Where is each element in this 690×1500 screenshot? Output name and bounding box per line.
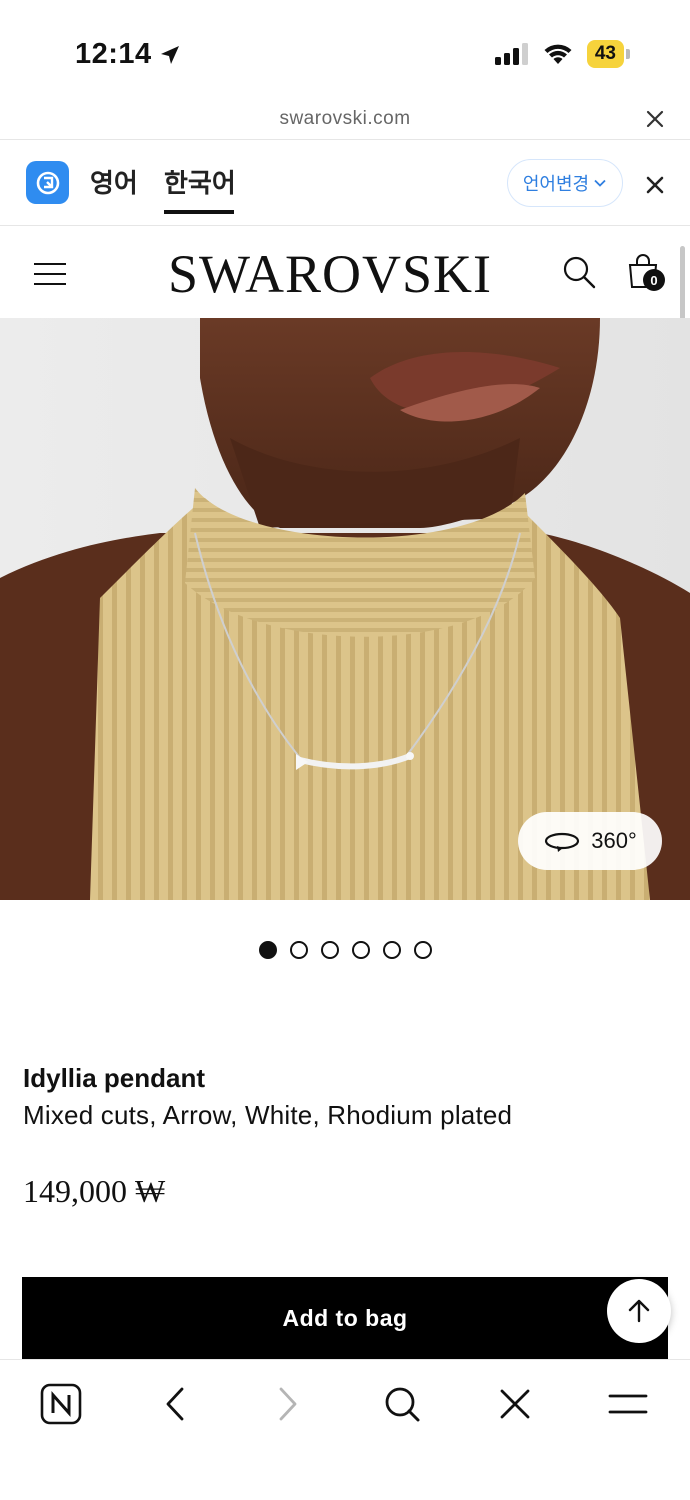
battery-indicator: 43 — [586, 40, 624, 68]
chevron-down-icon — [594, 179, 606, 187]
carousel-dot[interactable] — [258, 941, 277, 959]
tab-target-language[interactable]: 한국어 — [164, 163, 236, 200]
search-icon — [385, 1387, 420, 1422]
carousel-dots — [0, 941, 690, 959]
site-header: SWAROVSKI 0 — [0, 227, 690, 318]
signal-icon — [494, 43, 528, 65]
naver-home-button[interactable] — [39, 1382, 83, 1426]
carousel-dot[interactable] — [289, 941, 308, 959]
carousel-dot[interactable] — [351, 941, 370, 959]
menu-button[interactable] — [606, 1382, 650, 1426]
close-tab-button[interactable] — [493, 1382, 537, 1426]
carousel-dot[interactable] — [413, 941, 432, 959]
close-icon[interactable] — [642, 106, 668, 132]
wifi-icon — [544, 44, 572, 64]
status-bar: 12:14 43 — [0, 0, 690, 100]
location-arrow-icon — [160, 45, 179, 64]
hamburger-menu-icon — [608, 1394, 648, 1414]
carousel-dot[interactable] — [382, 941, 401, 959]
forward-button[interactable] — [266, 1382, 310, 1426]
chevron-left-icon — [166, 1387, 184, 1421]
chevron-right-icon — [279, 1387, 297, 1421]
view-360-label: 360° — [591, 828, 637, 853]
active-tab-underline — [164, 210, 234, 214]
naver-n-icon — [40, 1383, 82, 1425]
change-language-label: 언어변경 — [522, 174, 590, 194]
translate-bar: 영어 한국어 언어변경 — [0, 141, 690, 226]
bag-count-badge: 0 — [643, 269, 665, 291]
tab-source-language[interactable]: 영어 — [90, 163, 138, 200]
battery-tip — [626, 49, 630, 59]
url-bar[interactable]: swarovski.com — [0, 100, 690, 140]
view-360-button[interactable]: 360° — [518, 812, 662, 870]
arrow-up-icon — [628, 1299, 650, 1323]
url-domain[interactable]: swarovski.com — [0, 108, 690, 130]
search-button[interactable] — [380, 1382, 424, 1426]
translate-logo-icon — [36, 171, 59, 194]
close-icon — [500, 1389, 530, 1419]
add-to-bag-label: Add to bag — [282, 1304, 408, 1331]
status-time-text: 12:14 — [75, 38, 152, 70]
translate-app-icon — [26, 161, 69, 204]
product-description: Mixed cuts, Arrow, White, Rhodium plated — [23, 1100, 513, 1130]
browser-toolbar — [0, 1359, 690, 1500]
translate-close-icon[interactable] — [642, 172, 668, 198]
back-button[interactable] — [153, 1382, 197, 1426]
add-to-bag-button[interactable]: Add to bag — [22, 1277, 668, 1359]
change-language-button[interactable]: 언어변경 — [507, 159, 623, 207]
product-name: Idyllia pendant — [23, 1063, 206, 1093]
carousel-dot[interactable] — [320, 941, 339, 959]
search-icon[interactable] — [561, 254, 597, 290]
status-time: 12:14 — [75, 38, 182, 71]
back-to-top-button[interactable] — [607, 1279, 671, 1343]
rotate-360-icon — [545, 832, 580, 852]
product-price: 149,000 ₩ — [23, 1173, 166, 1209]
status-indicators: 43 — [494, 40, 630, 68]
